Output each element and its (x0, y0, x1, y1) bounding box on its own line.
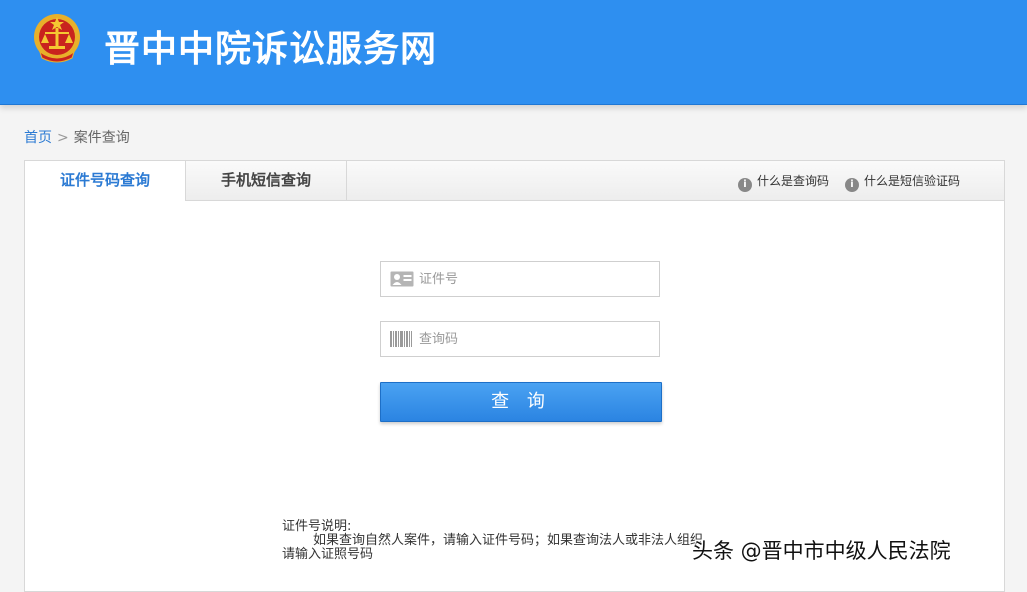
tab-bar: 证件号码查询 手机短信查询 i 什么是查询码 i 什么是短信验证码 (25, 161, 1004, 201)
tab-sms-query[interactable]: 手机短信查询 (186, 161, 347, 200)
breadcrumb-current: 案件查询 (73, 130, 130, 146)
watermark: 头条 @晋中市中级人民法院 (692, 539, 951, 563)
court-emblem-icon (34, 14, 80, 63)
help-link-label: 什么是查询码 (757, 174, 830, 188)
help-link-query-code[interactable]: i 什么是查询码 (738, 172, 829, 192)
site-title: 晋中中院诉讼服务网 (104, 29, 438, 70)
tab-id-number-query[interactable]: 证件号码查询 (25, 161, 186, 201)
id-number-input[interactable] (419, 262, 649, 296)
case-query-panel: 证件号码查询 手机短信查询 i 什么是查询码 i 什么是短信验证码 证件号 查询… (24, 160, 1005, 592)
id-card-icon (390, 271, 414, 287)
note-title: 证件号说明: (282, 519, 352, 534)
help-link-label: 什么是短信验证码 (864, 174, 961, 188)
site-header: 晋中中院诉讼服务网 (0, 0, 1027, 105)
id-number-field[interactable] (380, 261, 660, 297)
breadcrumb-home-link[interactable]: 首页 (24, 130, 52, 146)
info-icon: i (845, 178, 859, 192)
help-link-sms-code[interactable]: i 什么是短信验证码 (845, 172, 960, 192)
query-code-input[interactable] (419, 322, 649, 356)
breadcrumb: 首页 > 案件查询 (24, 127, 130, 147)
breadcrumb-separator: > (57, 130, 69, 146)
query-code-field[interactable] (380, 321, 660, 357)
barcode-icon (390, 331, 412, 347)
info-icon: i (738, 178, 752, 192)
search-button[interactable]: 查 询 (380, 382, 662, 422)
